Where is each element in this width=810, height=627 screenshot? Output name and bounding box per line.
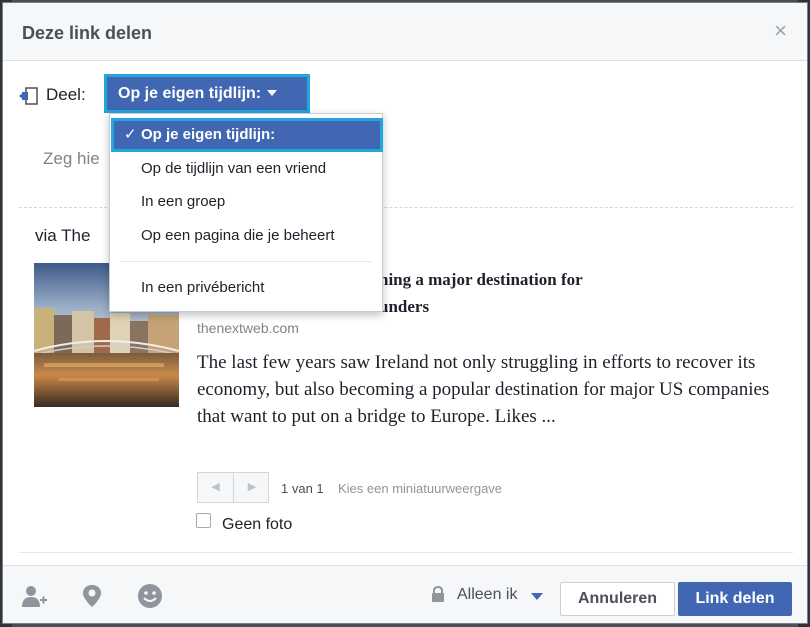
privacy-label: Alleen ik — [457, 586, 518, 603]
link-title-line2[interactable]: unders — [379, 293, 429, 320]
check-icon: ✓ — [124, 126, 137, 143]
link-domain: thenextweb.com — [197, 320, 299, 336]
share-link-button[interactable]: Link delen — [678, 582, 792, 616]
menu-item-private-message[interactable]: In een privébericht — [110, 273, 382, 303]
no-photo-label[interactable]: Geen foto — [222, 516, 292, 534]
arrow-right-icon[interactable]: ▶ — [234, 473, 270, 502]
menu-item-label: Op je eigen tijdlijn: — [141, 126, 276, 143]
dialog-footer: Alleen ik Annuleren Link delen — [3, 565, 807, 623]
cancel-button[interactable]: Annuleren — [560, 582, 675, 616]
share-icon — [19, 87, 38, 105]
chevron-down-icon — [531, 593, 543, 600]
menu-item-own-timeline[interactable]: ✓ Op je eigen tijdlijn: — [111, 118, 383, 152]
dialog-header: Deze link delen × — [3, 3, 807, 61]
share-link-dialog: Deze link delen × Deel: Op je eigen tijd… — [2, 2, 808, 624]
divider — [19, 552, 793, 553]
add-friend-icon[interactable] — [21, 583, 47, 609]
no-photo-checkbox[interactable] — [196, 513, 211, 528]
thumbnail-pager: ◀ ▶ — [197, 472, 269, 503]
link-description[interactable]: The last few years saw Ireland not only … — [197, 349, 787, 430]
via-text: via The — [35, 226, 91, 245]
pager-count: 1 van 1 — [281, 481, 324, 496]
link-title-line1[interactable]: ning a major destination for — [379, 266, 679, 293]
share-target-selected: Op je eigen tijdlijn: — [118, 85, 262, 102]
menu-item-page[interactable]: Op een pagina die je beheert — [110, 221, 382, 251]
share-target-menu: ✓ Op je eigen tijdlijn: Op de tijdlijn va… — [109, 113, 383, 312]
composer-input[interactable]: Zeg hie — [43, 149, 100, 169]
chevron-down-icon — [267, 90, 278, 96]
share-target-dropdown[interactable]: Op je eigen tijdlijn: — [104, 74, 310, 113]
share-label: Deel: — [46, 85, 86, 104]
menu-item-group[interactable]: In een groep — [110, 187, 382, 217]
location-icon[interactable] — [79, 583, 105, 609]
arrow-left-icon[interactable]: ◀ — [198, 473, 234, 502]
menu-separator — [120, 261, 372, 262]
smiley-icon[interactable] — [137, 583, 163, 609]
close-icon[interactable]: × — [774, 20, 787, 42]
lock-icon — [432, 586, 444, 602]
pager-hint: Kies een miniatuurweergave — [338, 481, 503, 496]
menu-item-friend-timeline[interactable]: Op de tijdlijn van een vriend — [110, 154, 382, 184]
dialog-title: Deze link delen — [22, 23, 153, 43]
